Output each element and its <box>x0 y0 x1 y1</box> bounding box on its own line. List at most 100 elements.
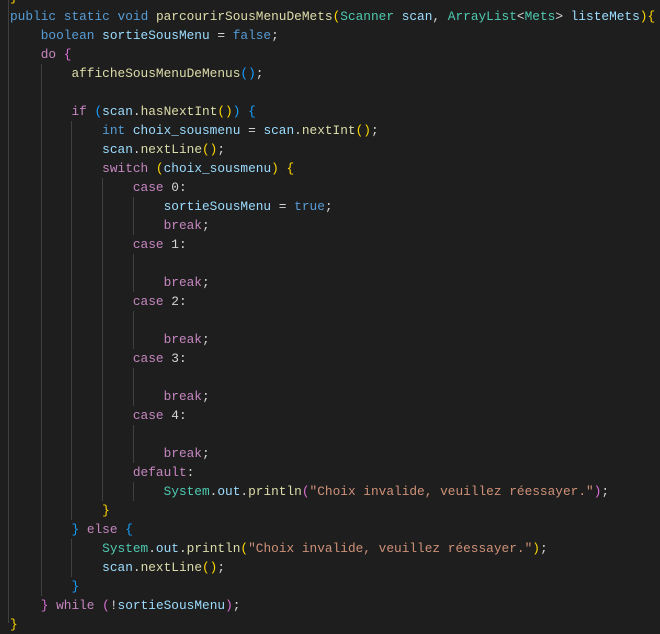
indent-guide <box>40 311 72 330</box>
code-line[interactable]: sortieSousMenu = true; <box>10 197 655 216</box>
code-line[interactable]: case 2: <box>10 292 655 311</box>
code-line[interactable]: int choix_sousmenu = scan. nextInt(); <box>10 121 655 140</box>
code-token: 3: <box>171 351 187 366</box>
code-editor[interactable]: }public static void parcourirSousMenuDeM… <box>10 0 655 634</box>
indent-guide <box>132 425 164 444</box>
code-token: scan <box>102 142 133 157</box>
code-line[interactable]: } <box>10 0 655 7</box>
indent-guide <box>71 425 102 444</box>
code-token: ; <box>232 598 241 613</box>
indent-guide <box>102 368 133 387</box>
code-token: < <box>516 9 525 24</box>
code-token: break <box>163 389 202 404</box>
indent-guide <box>10 539 41 558</box>
indent-guide <box>40 482 72 501</box>
code-line[interactable]: } else { <box>10 520 655 539</box>
indent-guide <box>10 330 41 349</box>
code-token: case <box>132 351 172 366</box>
code-token: ; <box>202 332 210 347</box>
code-token: else <box>86 522 126 537</box>
code-token: afficheSousMenuDeMenus <box>71 66 241 81</box>
code-line[interactable]: if (scan. hasNextInt()) { <box>10 102 655 121</box>
code-line[interactable]: case 0: <box>10 178 655 197</box>
code-line[interactable] <box>10 254 655 273</box>
code-token: () <box>202 560 218 575</box>
indent-guide <box>132 311 164 330</box>
code-line[interactable]: } <box>10 615 655 634</box>
code-line[interactable]: break; <box>10 444 655 463</box>
code-token: > <box>555 9 571 24</box>
indent-guide <box>71 197 102 216</box>
indent-guide <box>40 83 72 102</box>
code-line[interactable]: } while (! sortieSousMenu); <box>10 596 655 615</box>
code-token: out <box>217 484 241 499</box>
code-token: ; <box>202 218 210 233</box>
code-line[interactable]: System. out. println("Choix invalide, veui… <box>10 482 655 501</box>
code-line[interactable]: case 4: <box>10 406 655 425</box>
code-line[interactable]: boolean sortieSousMenu = false; <box>10 26 655 45</box>
code-line[interactable]: scan. nextLine(); <box>10 558 655 577</box>
code-token: , <box>432 9 448 24</box>
indent-guide <box>132 387 164 406</box>
code-token: case <box>132 180 172 195</box>
indent-guide <box>71 406 102 425</box>
indent-guide <box>40 102 72 121</box>
indent-guide <box>102 292 133 311</box>
indent-guide <box>71 482 102 501</box>
code-line[interactable] <box>10 311 655 330</box>
code-token: 2: <box>171 294 187 309</box>
indent-guide <box>10 463 41 482</box>
code-token: ( <box>94 104 103 119</box>
indent-guide <box>10 45 41 64</box>
indent-guide <box>132 330 164 349</box>
code-line[interactable]: break; <box>10 273 655 292</box>
code-line[interactable]: public static void parcourirSousMenuDeMe… <box>10 7 655 26</box>
code-line[interactable]: do { <box>10 45 655 64</box>
code-line[interactable]: switch (choix_sousmenu) { <box>10 159 655 178</box>
code-token: ( <box>102 598 110 613</box>
indent-guide <box>10 311 41 330</box>
indent-guide <box>10 273 41 292</box>
code-token: ; <box>202 275 210 290</box>
indent-guide <box>102 349 133 368</box>
code-line[interactable] <box>10 83 655 102</box>
code-line[interactable] <box>10 368 655 387</box>
code-line[interactable]: default: <box>10 463 655 482</box>
code-token: ArrayList <box>447 9 517 24</box>
indent-guide <box>10 102 41 121</box>
indent-guide <box>40 292 72 311</box>
indent-guide <box>102 387 133 406</box>
indent-guide <box>102 330 133 349</box>
code-line[interactable]: scan. nextLine(); <box>10 140 655 159</box>
indent-guide <box>132 273 164 292</box>
code-token: do <box>40 47 64 62</box>
indent-guide <box>132 216 164 235</box>
code-token: case <box>132 237 172 252</box>
code-line[interactable]: case 1: <box>10 235 655 254</box>
indent-guide <box>102 197 133 216</box>
indent-guide <box>71 444 102 463</box>
code-token: { <box>647 9 656 24</box>
code-token: { <box>286 161 295 176</box>
indent-guide <box>71 140 102 159</box>
code-line[interactable]: break; <box>10 387 655 406</box>
code-token: . <box>209 484 218 499</box>
code-line[interactable]: } <box>10 577 655 596</box>
code-line[interactable]: break; <box>10 330 655 349</box>
code-line[interactable]: break; <box>10 216 655 235</box>
code-token: listeMets <box>570 9 640 24</box>
indent-guide <box>10 178 41 197</box>
code-token: int <box>102 123 133 138</box>
code-token: "Choix invalide, veuillez réessayer." <box>309 484 594 499</box>
code-token: { <box>63 47 72 62</box>
code-line[interactable]: afficheSousMenuDeMenus(); <box>10 64 655 83</box>
code-line[interactable]: case 3: <box>10 349 655 368</box>
code-line[interactable] <box>10 425 655 444</box>
code-token: ; <box>324 199 333 214</box>
indent-guide <box>8 0 9 623</box>
code-token: } <box>71 522 80 537</box>
code-line[interactable]: System. out. println("Choix invalide, veui… <box>10 539 655 558</box>
code-line[interactable]: } <box>10 501 655 520</box>
